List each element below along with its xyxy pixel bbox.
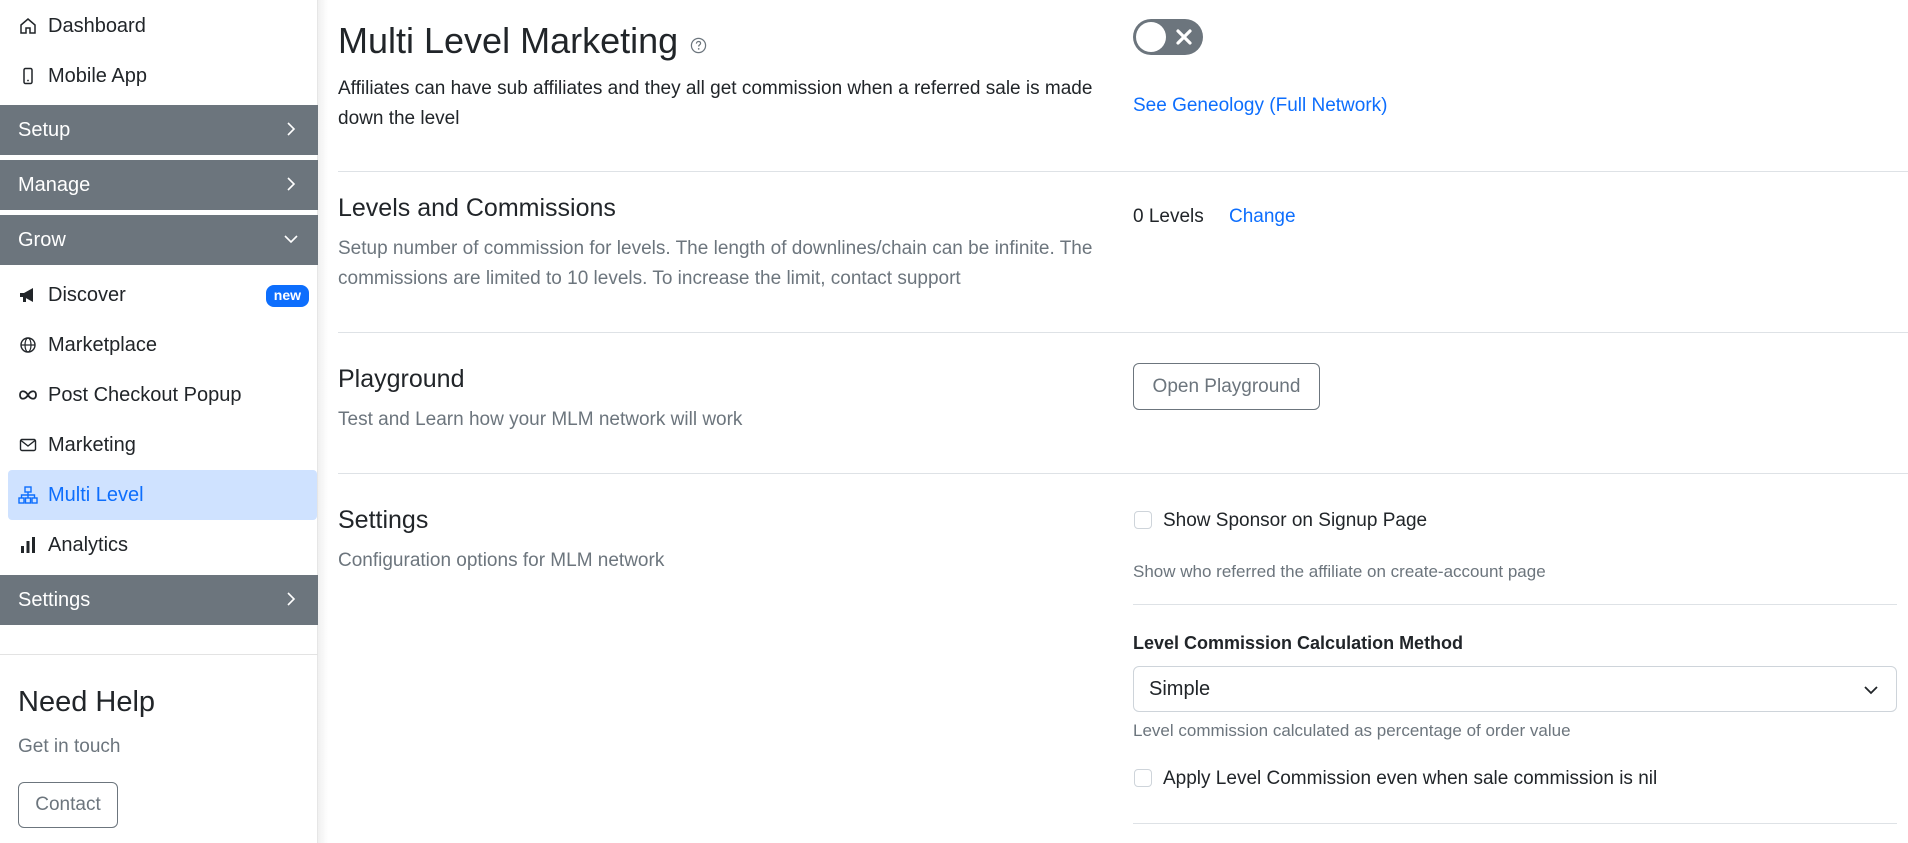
change-levels-link[interactable]: Change	[1229, 206, 1296, 228]
playground-title: Playground	[338, 365, 465, 393]
mlm-description: Affiliates can have sub affiliates and t…	[338, 78, 1093, 129]
section-divider	[338, 332, 1908, 333]
section-label: Grow	[18, 228, 66, 251]
section-manage[interactable]: Manage	[0, 160, 318, 210]
show-sponsor-checkbox[interactable]	[1134, 511, 1152, 529]
toggle-knob	[1136, 22, 1166, 52]
close-icon	[1176, 29, 1192, 45]
help-subtitle: Get in touch	[18, 736, 121, 757]
calc-method-value: Simple	[1149, 677, 1211, 700]
bar-chart-icon	[18, 535, 38, 555]
new-badge: new	[265, 285, 309, 307]
sidebar-item-marketplace[interactable]: Marketplace	[8, 320, 317, 370]
settings-divider	[1133, 604, 1897, 605]
open-playground-button[interactable]: Open Playground	[1133, 363, 1320, 410]
sidebar-item-label: Multi Level	[48, 483, 144, 506]
mlm-toggle[interactable]	[1133, 19, 1203, 55]
globe-icon	[18, 335, 38, 355]
infinity-icon	[18, 385, 38, 405]
genealogy-link[interactable]: See Geneology (Full Network)	[1133, 95, 1388, 117]
envelope-icon	[18, 435, 38, 455]
sidebar-item-label: Mobile App	[48, 64, 147, 87]
sidebar-divider	[0, 654, 318, 655]
page-title: Multi Level Marketing	[338, 20, 707, 62]
sidebar-item-label: Marketplace	[48, 333, 157, 356]
sidebar-item-dashboard[interactable]: Dashboard	[8, 1, 317, 51]
section-divider	[338, 171, 1908, 172]
sidebar-item-post-checkout-popup[interactable]: Post Checkout Popup	[8, 370, 317, 420]
sidebar-item-label: Discover	[48, 283, 126, 306]
sidebar-item-marketing[interactable]: Marketing	[8, 420, 317, 470]
apply-nil-label: Apply Level Commission even when sale co…	[1163, 768, 1658, 789]
show-sponsor-label: Show Sponsor on Signup Page	[1163, 510, 1428, 531]
section-settings[interactable]: Settings	[0, 575, 318, 625]
chevron-down-icon	[284, 235, 298, 244]
help-title: Need Help	[18, 686, 156, 718]
section-setup[interactable]: Setup	[0, 105, 318, 155]
sidebar-item-mobile-app[interactable]: Mobile App	[8, 51, 317, 101]
levels-title: Levels and Commissions	[338, 194, 616, 222]
calc-method-label: Level Commission Calculation Method	[1133, 633, 1464, 653]
sidebar-item-label: Marketing	[48, 433, 136, 456]
sidebar-item-analytics[interactable]: Analytics	[8, 520, 317, 570]
sidebar-item-discover[interactable]: Discover new	[8, 270, 317, 320]
sidebar-item-label: Analytics	[48, 533, 129, 556]
section-divider	[338, 473, 1908, 474]
settings-description: Configuration options for MLM network	[338, 550, 665, 571]
megaphone-icon	[18, 285, 38, 305]
playground-description: Test and Learn how your MLM network will…	[338, 409, 743, 430]
section-grow[interactable]: Grow	[0, 215, 318, 265]
section-label: Settings	[18, 588, 91, 611]
show-sponsor-help: Show who referred the affiliate on creat…	[1133, 562, 1546, 581]
settings-divider	[1133, 823, 1897, 824]
sidebar-item-multi-level[interactable]: Multi Level	[8, 470, 317, 520]
apply-nil-checkbox[interactable]	[1134, 769, 1152, 787]
levels-count: 0 Levels	[1133, 206, 1204, 227]
page-title-text: Multi Level Marketing	[338, 20, 679, 61]
levels-description: Setup number of commission for levels. T…	[338, 238, 1093, 289]
calc-method-select[interactable]: Simple	[1133, 666, 1897, 712]
chevron-right-icon	[287, 592, 296, 606]
chevron-right-icon	[287, 177, 296, 191]
mobile-icon	[18, 66, 38, 86]
sidebar: Dashboard Mobile App Setup Manage Grow D…	[0, 0, 318, 843]
chevron-down-icon	[1864, 686, 1878, 695]
section-label: Manage	[18, 173, 91, 196]
question-circle-icon[interactable]	[690, 37, 707, 54]
contact-button[interactable]: Contact	[18, 782, 118, 828]
section-label: Setup	[18, 118, 71, 141]
chevron-right-icon	[287, 122, 296, 136]
calc-method-help: Level commission calculated as percentag…	[1133, 721, 1571, 740]
sidebar-item-label: Post Checkout Popup	[48, 383, 242, 406]
sidebar-item-label: Dashboard	[48, 14, 146, 37]
settings-title: Settings	[338, 506, 429, 534]
diagram-icon	[18, 485, 38, 505]
home-icon	[18, 16, 38, 36]
main-shadow	[318, 0, 328, 843]
